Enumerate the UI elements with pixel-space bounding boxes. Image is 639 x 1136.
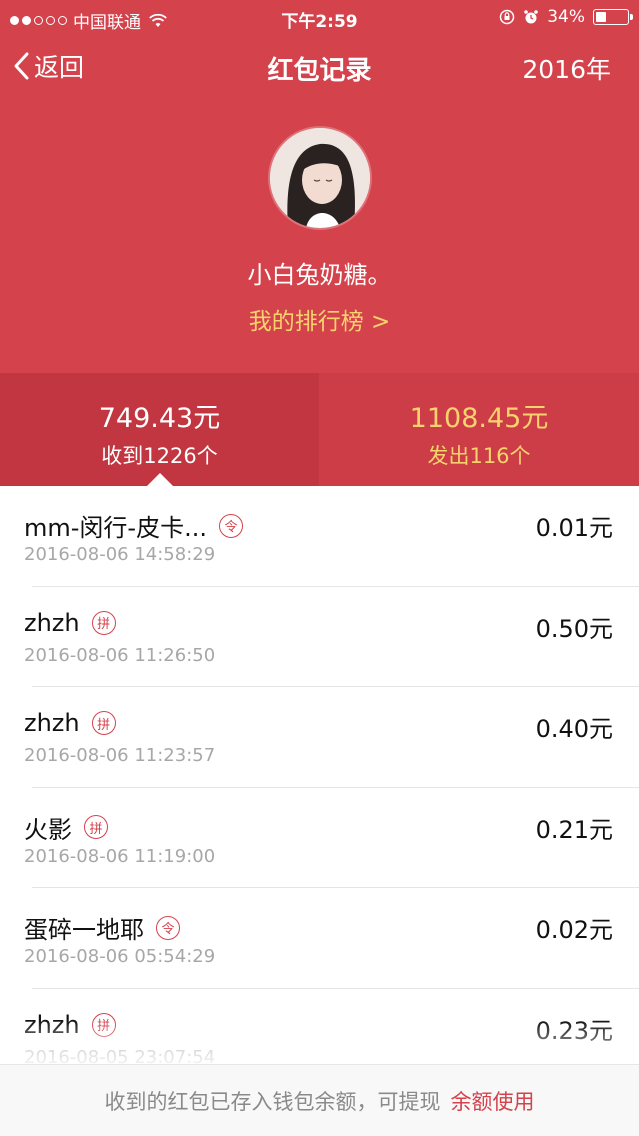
- sent-count: 发出116个: [427, 444, 531, 468]
- orientation-lock-icon: [499, 9, 515, 25]
- list-item[interactable]: zhzh 拼 2016-08-06 11:26:50 0.50元: [0, 587, 639, 688]
- username: 小白兔奶糖。: [247, 261, 392, 289]
- received-amount: 749.43元: [98, 403, 221, 434]
- sent-amount: 1108.45元: [409, 403, 549, 434]
- battery-fill: [596, 12, 606, 22]
- navigation-bar: 返回 红包记录 2016年: [0, 36, 639, 96]
- list-item[interactable]: zhzh 拼 2016-08-05 23:07:54 0.23元: [0, 989, 639, 1065]
- lucky-packet-badge: 拼: [91, 711, 116, 735]
- record-list[interactable]: mm-闵行-皮卡... 令 2016-08-06 14:58:29 0.01元 z…: [0, 486, 639, 1064]
- record-amount: 0.21元: [535, 815, 613, 844]
- list-item[interactable]: 火影拼 2016-08-06 11:19:00 0.21元: [0, 788, 639, 889]
- sender-name: zhzh: [24, 1010, 80, 1039]
- battery-icon: [593, 9, 633, 25]
- footer-note: 收到的红包已存入钱包余额，可提现: [104, 1090, 441, 1114]
- avatar-image: [270, 128, 370, 228]
- password-packet-badge: 令: [156, 915, 180, 940]
- sender-name: zhzh: [24, 709, 80, 737]
- footer-bar: 收到的红包已存入钱包余额，可提现 余额使用: [0, 1064, 639, 1136]
- received-count: 收到1226个: [101, 444, 218, 468]
- alarm-icon: [524, 10, 539, 24]
- sender-name: 火影: [24, 815, 72, 844]
- stats-tabs: 749.43元 收到1226个 1108.45元 发出116个: [0, 373, 639, 486]
- avatar[interactable]: [270, 128, 370, 228]
- year-selector[interactable]: 2016年: [522, 50, 611, 86]
- my-ranking-link[interactable]: 我的排行榜 >: [0, 302, 639, 336]
- battery-percentage: 34%: [547, 7, 585, 27]
- record-amount: 0.50元: [535, 614, 613, 643]
- record-time: 2016-08-06 11:19:00: [24, 845, 216, 867]
- active-tab-pointer: [147, 473, 173, 486]
- sender-name: 蛋碎一地耶: [24, 916, 144, 944]
- record-amount: 0.02元: [535, 916, 613, 944]
- sender-name-line: 火影拼: [24, 810, 108, 845]
- record-amount: 0.01元: [535, 514, 613, 542]
- sender-name: mm-闵行-皮卡...: [24, 514, 207, 542]
- status-bar: 中国联通 下午2:59 34%: [0, 0, 639, 36]
- lucky-packet-badge: 拼: [84, 815, 108, 839]
- balance-usage-link[interactable]: 余额使用: [451, 1090, 535, 1114]
- record-time: 2016-08-05 23:07:54: [24, 1046, 216, 1065]
- tab-received[interactable]: 749.43元 收到1226个: [0, 373, 319, 486]
- tab-sent[interactable]: 1108.45元 发出116个: [319, 373, 639, 486]
- record-amount: 0.40元: [535, 715, 613, 743]
- sender-name-line: zhzh 拼: [24, 709, 116, 737]
- record-time: 2016-08-06 11:23:57: [24, 745, 216, 766]
- password-packet-badge: 令: [218, 513, 243, 538]
- lucky-packet-badge: 拼: [91, 1012, 116, 1037]
- list-item[interactable]: mm-闵行-皮卡... 令 2016-08-06 14:58:29 0.01元: [0, 486, 639, 587]
- sender-name-line: 蛋碎一地耶令: [24, 910, 180, 945]
- record-time: 2016-08-06 14:58:29: [24, 544, 216, 565]
- record-amount: 0.23元: [535, 1016, 613, 1045]
- status-bar-right: 34%: [499, 7, 633, 27]
- record-time: 2016-08-06 05:54:29: [24, 946, 216, 967]
- footer-content: 收到的红包已存入钱包余额，可提现 余额使用: [0, 1086, 639, 1116]
- sender-name-line: zhzh 拼: [24, 609, 116, 637]
- sender-name-line: mm-闵行-皮卡... 令: [24, 508, 243, 543]
- sender-name-line: zhzh 拼: [24, 1011, 116, 1039]
- list-item[interactable]: zhzh 拼 2016-08-06 11:23:57 0.40元: [0, 687, 639, 788]
- list-item[interactable]: 蛋碎一地耶令 2016-08-06 05:54:29 0.02元: [0, 888, 639, 989]
- lucky-packet-badge: 拼: [91, 610, 116, 635]
- record-time: 2016-08-06 11:26:50: [24, 644, 216, 666]
- sender-name: zhzh: [24, 608, 80, 637]
